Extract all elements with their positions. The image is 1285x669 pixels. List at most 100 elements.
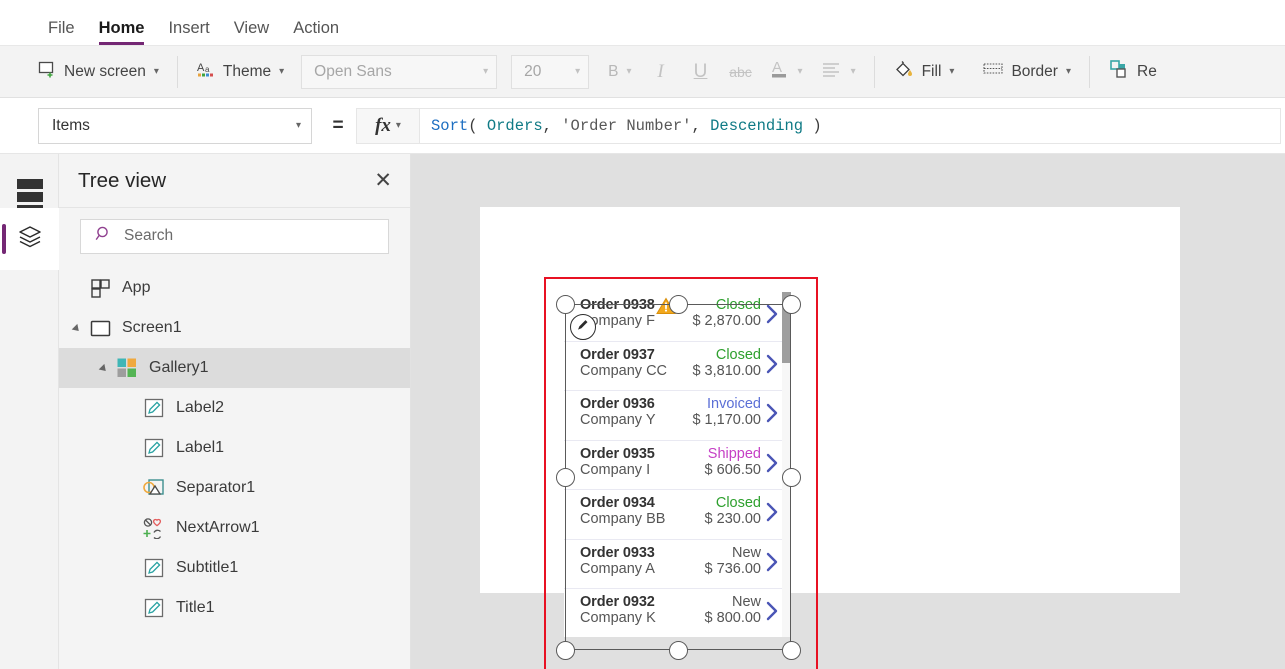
- warning-icon[interactable]: [656, 297, 676, 315]
- gallery-row[interactable]: Order 0936InvoicedCompany Y$ 1,170.00: [564, 391, 791, 441]
- chevron-down-icon: ▾: [296, 120, 301, 131]
- property-value: Items: [52, 117, 90, 135]
- align-button[interactable]: ▾: [812, 55, 865, 89]
- order-amount: $ 230.00: [705, 511, 761, 527]
- menu-item-action[interactable]: Action: [281, 20, 351, 46]
- gallery-row[interactable]: Order 0932NewCompany K$ 800.00: [564, 589, 791, 637]
- gallery-rows-container[interactable]: Order 0938ClosedCompany F$ 2,870.00Order…: [564, 292, 791, 637]
- underline-button[interactable]: U: [681, 55, 721, 89]
- new-screen-button[interactable]: New screen ▾: [28, 55, 168, 89]
- tree-item-label: Title1: [176, 599, 215, 617]
- order-title: Order 0932: [580, 594, 655, 610]
- bold-button[interactable]: B ▾: [599, 55, 640, 89]
- next-arrow-icon[interactable]: [765, 501, 779, 523]
- tree-item-title1[interactable]: Title1: [59, 588, 410, 628]
- border-label: Border: [1011, 63, 1058, 81]
- gallery-scrollbar-thumb[interactable]: [782, 292, 791, 363]
- font-color-button[interactable]: A ▾: [761, 55, 812, 89]
- tree-item-screen1[interactable]: Screen1: [59, 308, 410, 348]
- chevron-down-icon: ▾: [627, 66, 632, 77]
- app-screen-preview[interactable]: Order 0938ClosedCompany F$ 2,870.00Order…: [480, 207, 1180, 593]
- border-button[interactable]: Border ▾: [973, 55, 1080, 89]
- twisty-spacer: [125, 521, 139, 535]
- menu-bar: File Home Insert View Action: [0, 0, 1285, 46]
- edit-badge-button[interactable]: [570, 314, 596, 340]
- next-arrow-icon[interactable]: [765, 303, 779, 325]
- chevron-down-icon: ▾: [396, 120, 401, 131]
- tree-item-label: Subtitle1: [176, 559, 238, 577]
- tree-item-label2[interactable]: Label2: [59, 388, 410, 428]
- tree-item-label1[interactable]: Label1: [59, 428, 410, 468]
- status-badge: Closed: [716, 347, 761, 363]
- label-icon: [143, 557, 165, 579]
- font-size-select[interactable]: 20 ▾: [511, 55, 589, 89]
- next-arrow-icon[interactable]: [765, 353, 779, 375]
- gallery-row[interactable]: Order 0935ShippedCompany I$ 606.50: [564, 441, 791, 491]
- next-arrow-icon[interactable]: [765, 452, 779, 474]
- gallery-row[interactable]: Order 0938ClosedCompany F$ 2,870.00: [564, 292, 791, 342]
- font-family-select[interactable]: Open Sans ▾: [301, 55, 497, 89]
- menu-item-view[interactable]: View: [222, 20, 281, 46]
- search-input[interactable]: Search: [80, 219, 389, 254]
- ribbon-divider: [177, 56, 178, 88]
- formula-token: Descending: [710, 117, 803, 135]
- next-arrow-icon[interactable]: [765, 551, 779, 573]
- chevron-expanded-icon[interactable]: [71, 321, 85, 335]
- gallery-row[interactable]: Order 0934ClosedCompany BB$ 230.00: [564, 490, 791, 540]
- resize-handle-bottom-center[interactable]: [669, 641, 688, 660]
- formula-token: ,: [691, 117, 710, 135]
- chevron-down-icon: ▾: [851, 66, 856, 77]
- tree-item-subtitle1[interactable]: Subtitle1: [59, 548, 410, 588]
- gallery-scrollbar[interactable]: [782, 292, 791, 637]
- underline-icon: U: [694, 61, 708, 83]
- next-arrow-icon[interactable]: [765, 402, 779, 424]
- resize-handle-bottom-right[interactable]: [782, 641, 801, 660]
- tree-item-nextarrow1[interactable]: NextArrow1: [59, 508, 410, 548]
- status-badge: New: [732, 545, 761, 561]
- svg-text:A: A: [197, 62, 205, 74]
- svg-text:a: a: [205, 65, 210, 74]
- menu-item-file[interactable]: File: [36, 20, 87, 46]
- new-screen-label: New screen: [64, 63, 146, 81]
- next-arrow-icon[interactable]: [765, 600, 779, 622]
- search-placeholder: Search: [124, 227, 173, 245]
- status-badge: Closed: [716, 297, 761, 313]
- layers-icon: [17, 224, 43, 255]
- chevron-down-icon: ▾: [575, 66, 580, 77]
- chevron-expanded-icon[interactable]: [98, 361, 112, 375]
- resize-handle-bottom-left[interactable]: [556, 641, 575, 660]
- close-icon[interactable]: ✕: [374, 170, 392, 191]
- rail-tab-tree-view[interactable]: [0, 208, 59, 270]
- tree-item-gallery1[interactable]: Gallery1: [59, 348, 410, 388]
- tree-item-separator1[interactable]: Separator1: [59, 468, 410, 508]
- chevron-down-icon: ▾: [949, 66, 954, 77]
- formula-token: ): [803, 117, 822, 135]
- hamburger-menu-button[interactable]: [0, 154, 59, 208]
- canvas-area[interactable]: Order 0938ClosedCompany F$ 2,870.00Order…: [411, 154, 1285, 669]
- strikethrough-icon: abc: [729, 64, 752, 80]
- screen-icon: [89, 317, 111, 339]
- fx-button[interactable]: fx ▾: [356, 108, 420, 144]
- gallery-row[interactable]: Order 0933NewCompany A$ 736.00: [564, 540, 791, 590]
- gallery-icon: [116, 357, 138, 379]
- reorder-button[interactable]: Re: [1099, 55, 1166, 89]
- gallery-widget[interactable]: Order 0938ClosedCompany F$ 2,870.00Order…: [544, 277, 791, 637]
- fill-button[interactable]: Fill ▾: [884, 55, 964, 89]
- tree-search-wrap: Search: [59, 208, 410, 264]
- tree-item-label: Separator1: [176, 479, 255, 497]
- twisty-spacer: [125, 441, 139, 455]
- status-badge: Invoiced: [707, 396, 761, 412]
- border-icon: [982, 61, 1004, 82]
- menu-item-insert[interactable]: Insert: [156, 20, 221, 46]
- formula-input[interactable]: Sort( Orders, 'Order Number', Descending…: [420, 108, 1281, 144]
- italic-button[interactable]: I: [641, 55, 681, 89]
- tree-item-app[interactable]: App: [59, 268, 410, 308]
- tree-view-header: Tree view ✕: [59, 154, 410, 208]
- theme-button[interactable]: A a Theme ▾: [187, 55, 293, 89]
- menu-item-home[interactable]: Home: [87, 20, 157, 46]
- active-indicator: [2, 224, 6, 254]
- strikethrough-button[interactable]: abc: [721, 55, 761, 89]
- reorder-label: Re: [1137, 63, 1157, 81]
- gallery-row[interactable]: Order 0937ClosedCompany CC$ 3,810.00: [564, 342, 791, 392]
- property-select[interactable]: Items ▾: [38, 108, 312, 144]
